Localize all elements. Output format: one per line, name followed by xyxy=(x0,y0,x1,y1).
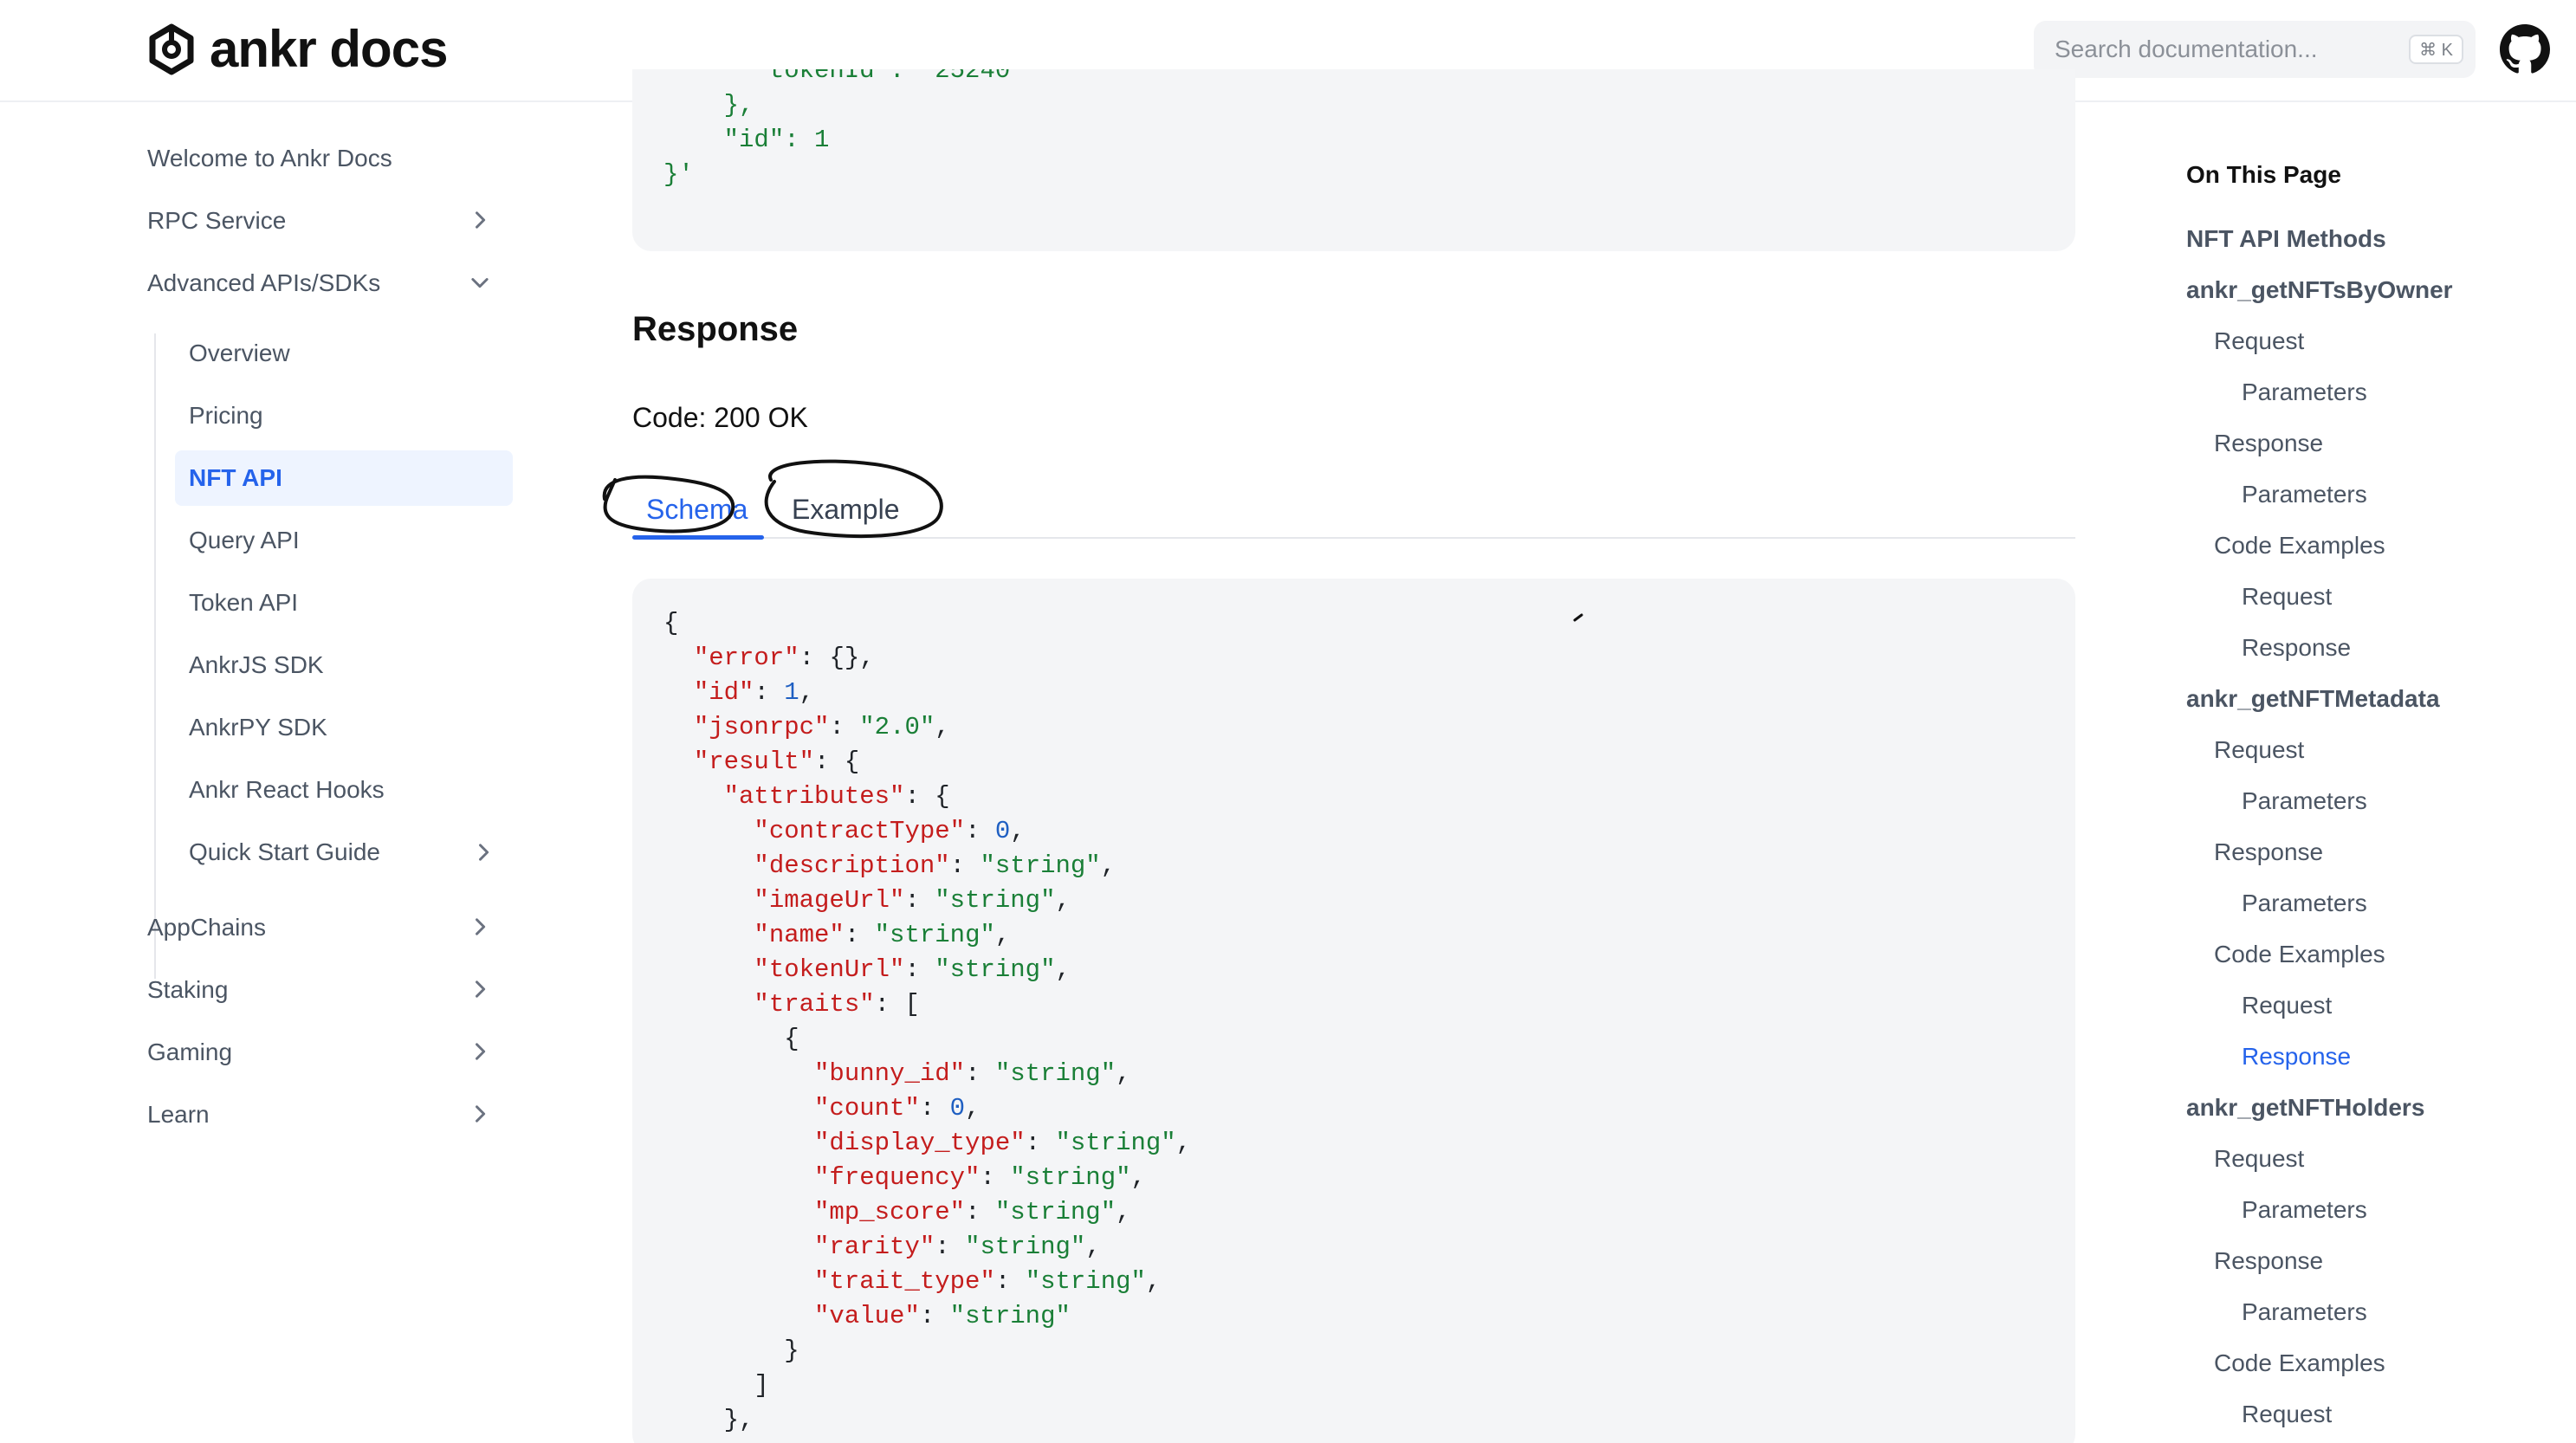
sidebar-item-label: Overview xyxy=(189,340,290,366)
sidebar-subitem-token-api[interactable]: Token API xyxy=(175,575,513,631)
toc-item[interactable]: ankr_getNFTsByOwner xyxy=(2186,276,2453,304)
toc-item[interactable]: Request xyxy=(2242,583,2332,611)
toc-item[interactable]: Parameters xyxy=(2242,890,2367,917)
toc-item[interactable]: Response xyxy=(2242,634,2351,662)
sidebar-item-label: Welcome to Ankr Docs xyxy=(147,145,392,171)
sidebar-item-label: NFT API xyxy=(189,464,282,491)
left-sidebar: Welcome to Ankr Docs RPC Service Advance… xyxy=(0,104,554,1443)
chevron-down-icon xyxy=(471,278,489,288)
ankr-logo-icon xyxy=(149,23,194,75)
sidebar-item-label: Pricing xyxy=(189,402,263,429)
toc-item[interactable]: Code Examples xyxy=(2214,532,2385,560)
sidebar-item-gaming[interactable]: Gaming xyxy=(147,1026,511,1079)
active-tab-indicator xyxy=(632,535,764,540)
toc-item[interactable]: ankr_getNFTMetadata xyxy=(2186,685,2440,713)
sidebar-item-label: Quick Start Guide xyxy=(189,838,380,865)
logo-text: ankr docs xyxy=(210,20,448,78)
tab-example[interactable]: Example xyxy=(792,483,900,535)
toc-item[interactable]: Request xyxy=(2214,1145,2304,1173)
toc-item[interactable]: Request xyxy=(2214,736,2304,764)
toc-item[interactable]: Request xyxy=(2214,327,2304,355)
github-icon[interactable] xyxy=(2500,24,2550,74)
sidebar-item-label: Gaming xyxy=(147,1039,233,1065)
on-this-page-toc: On This Page NFT API Methods ankr_getNFTs… xyxy=(2157,139,2573,1438)
chevron-right-icon xyxy=(476,1105,486,1123)
sidebar-subitem-query-api[interactable]: Query API xyxy=(175,513,513,568)
sidebar-subitem-react-hooks[interactable]: Ankr React Hooks xyxy=(175,762,513,818)
stray-mark xyxy=(1573,613,1583,622)
toc-item[interactable]: Parameters xyxy=(2242,787,2367,815)
submenu-rail xyxy=(154,333,156,979)
sidebar-item-appchains[interactable]: AppChains xyxy=(147,901,511,954)
toc-item[interactable]: Response xyxy=(2242,1043,2351,1071)
sidebar-item-label: AnkrJS SDK xyxy=(189,651,324,678)
response-schema-code: { "error": {}, "id": 1, "jsonrpc": "2.0"… xyxy=(663,609,1192,1434)
toc-item[interactable]: Request xyxy=(2242,1401,2332,1428)
sidebar-item-label: AnkrPY SDK xyxy=(189,714,327,741)
response-status-code: Code: 200 OK xyxy=(632,402,808,433)
chevron-right-icon xyxy=(476,1043,486,1060)
sidebar-item-label: Token API xyxy=(189,589,299,616)
request-code-block: "tokenId": "25240" }, "id": 1 }' xyxy=(632,69,2075,251)
toc-item[interactable]: Response xyxy=(2214,1247,2323,1275)
sidebar-item-learn[interactable]: Learn xyxy=(147,1088,511,1142)
sidebar-subitem-quick-start[interactable]: Quick Start Guide xyxy=(175,825,513,880)
ankr-docs-logo[interactable]: ankr docs xyxy=(146,19,448,80)
sidebar-subitem-pricing[interactable]: Pricing xyxy=(175,388,513,443)
sidebar-subitem-ankrjs-sdk[interactable]: AnkrJS SDK xyxy=(175,637,513,693)
sidebar-subitem-ankrpy-sdk[interactable]: AnkrPY SDK xyxy=(175,700,513,755)
toc-item[interactable]: Parameters xyxy=(2242,1196,2367,1224)
chevron-right-icon xyxy=(476,211,486,229)
toc-item[interactable]: Parameters xyxy=(2242,481,2367,508)
sidebar-item-label: Ankr React Hooks xyxy=(189,776,385,803)
search-box[interactable]: ⌘ K xyxy=(2034,21,2476,78)
response-tabs: Schema Example xyxy=(632,475,2075,540)
toc-item[interactable]: Request xyxy=(2242,992,2332,1019)
sidebar-item-label: AppChains xyxy=(147,914,266,941)
sidebar-subitem-nft-api[interactable]: NFT API xyxy=(175,450,513,506)
sidebar-item-advanced-apis[interactable]: Advanced APIs/SDKs xyxy=(147,256,511,310)
request-code: "tokenId": "25240" }, "id": 1 }' xyxy=(663,69,1026,189)
toc-item[interactable]: Code Examples xyxy=(2214,1349,2385,1377)
sidebar-item-label: RPC Service xyxy=(147,207,287,234)
search-shortcut-badge: ⌘ K xyxy=(2409,35,2463,64)
sidebar-item-label: Query API xyxy=(189,527,300,553)
sidebar-item-rpc-service[interactable]: RPC Service xyxy=(147,194,511,248)
chevron-right-icon xyxy=(476,980,486,998)
chevron-right-icon xyxy=(479,844,489,861)
toc-item[interactable]: Response xyxy=(2214,430,2323,457)
response-heading: Response xyxy=(632,310,799,348)
sidebar-item-staking[interactable]: Staking xyxy=(147,963,511,1017)
toc-item[interactable]: Code Examples xyxy=(2214,941,2385,968)
sidebar-item-label: Staking xyxy=(147,976,229,1003)
response-schema-code-block: { "error": {}, "id": 1, "jsonrpc": "2.0"… xyxy=(632,579,2075,1443)
toc-item[interactable]: ankr_getNFTHolders xyxy=(2186,1094,2424,1122)
sidebar-item-welcome[interactable]: Welcome to Ankr Docs xyxy=(147,132,511,185)
sidebar-subitem-overview[interactable]: Overview xyxy=(175,326,513,381)
sidebar-item-label: Advanced APIs/SDKs xyxy=(147,269,381,296)
sidebar-item-label: Learn xyxy=(147,1101,210,1128)
toc-item[interactable]: NFT API Methods xyxy=(2186,225,2386,253)
toc-item[interactable]: Parameters xyxy=(2242,1298,2367,1326)
search-input[interactable] xyxy=(2055,36,2401,63)
chevron-right-icon xyxy=(476,918,486,935)
toc-title: On This Page xyxy=(2186,161,2341,188)
toc-item[interactable]: Parameters xyxy=(2242,379,2367,406)
tab-schema[interactable]: Schema xyxy=(646,483,748,535)
toc-item[interactable]: Response xyxy=(2214,838,2323,866)
